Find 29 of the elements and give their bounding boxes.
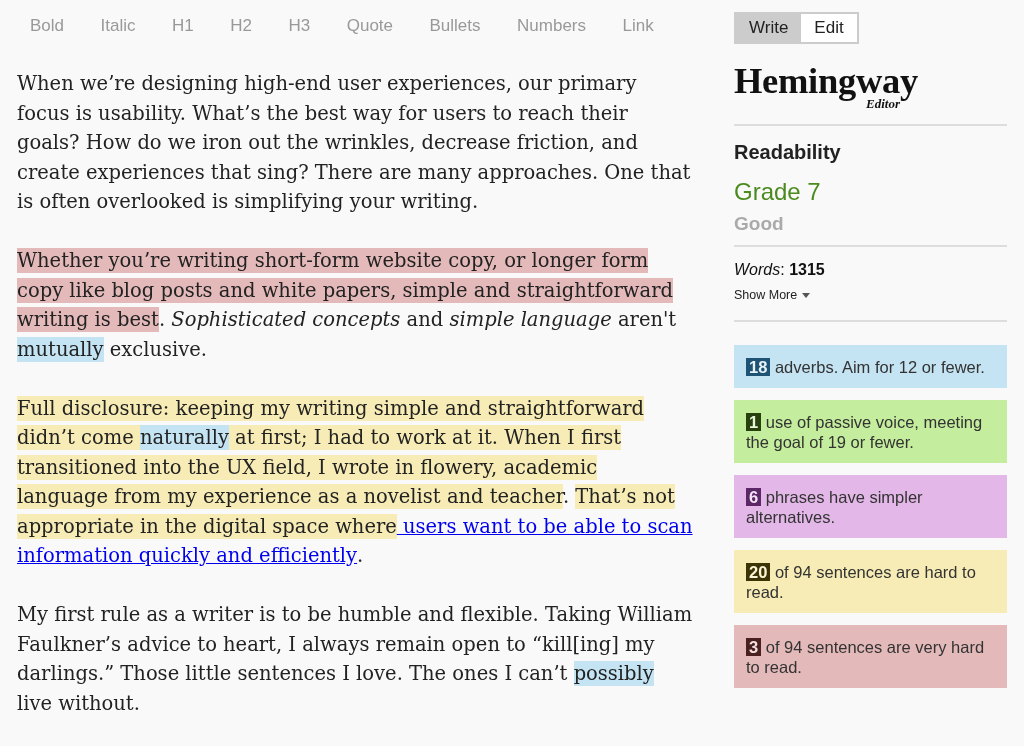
stat-message: 3 of 94 sentences are very hard to read. <box>746 636 986 677</box>
format-button[interactable]: H3 <box>288 16 311 36</box>
grade-level: Grade 7 <box>734 178 821 206</box>
show-more-button[interactable]: Show More <box>734 287 811 303</box>
word-count: Words: 1315 <box>734 260 825 280</box>
format-button[interactable]: Italic <box>100 16 136 36</box>
format-button[interactable]: H2 <box>230 16 252 36</box>
mode-tab[interactable]: Write <box>736 14 802 42</box>
format-button[interactable]: Numbers <box>517 16 586 36</box>
caret-down-icon <box>802 292 811 298</box>
stat-message: 18 adverbs. Aim for 12 or fewer. <box>746 356 995 377</box>
stat-message: 6 phrases have simpler alternatives. <box>746 486 924 527</box>
format-button[interactable]: Link <box>622 16 654 36</box>
paragraph: Full disclosure: keeping my writing simple and straightforward didn’t come naturally at first; I had to work at it. When I first transitioned into the UX field, I wrote in flowery, academic language from my experience as a novelist and teacher. That’s not appropriate in the digital space where users want to be able to scan information quickly and efficiently. <box>17 393 694 571</box>
stat-message: 1 use of passive voice, meeting the goal of 19 or fewer. <box>746 411 984 452</box>
logo-subtitle: Editor <box>866 97 900 110</box>
format-button[interactable]: H1 <box>172 16 194 36</box>
link[interactable]: users want to be able to scan <box>396 511 693 541</box>
format-button[interactable]: Bullets <box>429 16 481 36</box>
paragraph: Whether you’re writing short-form website copy, or longer form copy like blog posts and white papers, simple and straightforward writing is best. Sophisticated concepts and simple language aren't mutually exclusive. <box>17 247 678 364</box>
paragraph: When we’re designing high-end user experiences, our primary focus is usability. What’s the best way for users to reach their goals? How do we iron out the wrinkles, decrease friction, and create experiences that sing? There are many approaches. One that is often overlooked is simplifying your writing. <box>17 71 692 215</box>
paragraph: My first rule as a writer is to be humble and flexible. Taking William Faulkner’s advice to heart, I always remain open to “kill[ing] my darlings.” Those little sentences I love. The ones I can’t possibly live without. <box>17 602 694 717</box>
grade-rating: Good <box>734 213 784 235</box>
format-button[interactable]: Bold <box>30 16 65 36</box>
logo-title: Hemingway <box>734 62 919 100</box>
readability-heading: Readability <box>734 140 841 164</box>
link[interactable]: information quickly and efficiently <box>17 541 358 571</box>
stat-message: 20 of 94 sentences are hard to read. <box>746 561 977 602</box>
format-button[interactable]: Quote <box>346 16 393 36</box>
